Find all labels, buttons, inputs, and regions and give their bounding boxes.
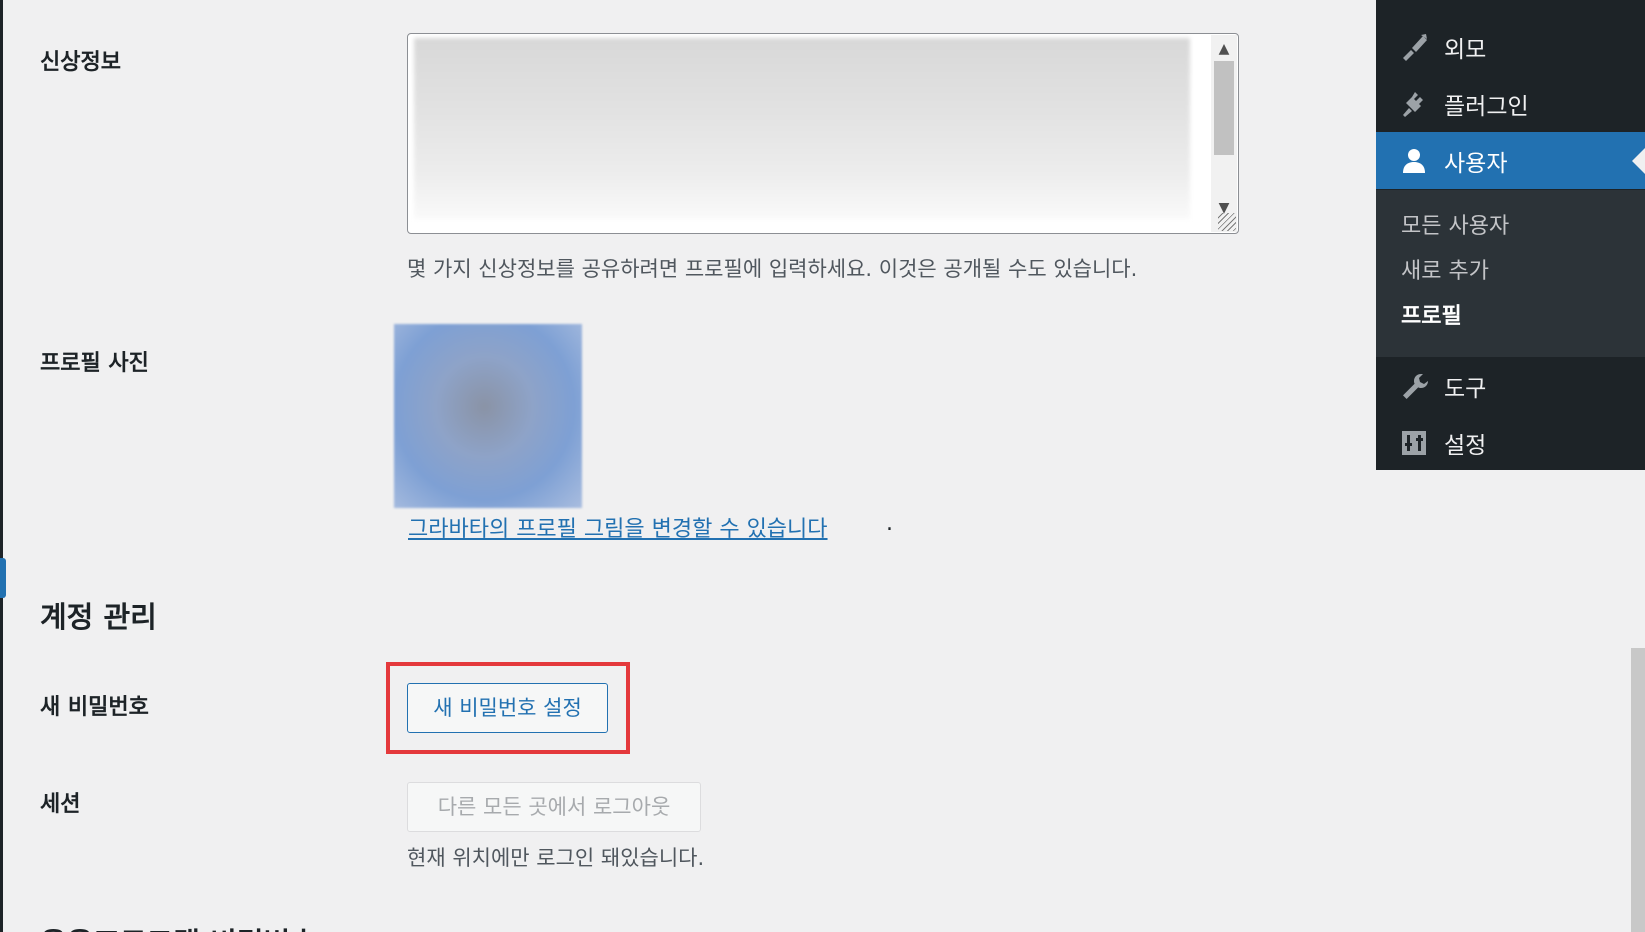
logout-everywhere-button: 다른 모든 곳에서 로그아웃	[407, 782, 701, 832]
menu-item-label: 플러그인	[1444, 93, 1529, 120]
bio-label: 신상정보	[40, 50, 121, 75]
menu-item-label: 설정	[1444, 432, 1487, 459]
submenu-item-all-users[interactable]: 모든 사용자	[1401, 208, 1509, 240]
plugin-icon	[1394, 84, 1434, 124]
set-new-password-button[interactable]: 새 비밀번호 설정	[407, 683, 608, 733]
paintbrush-icon	[1394, 27, 1434, 67]
settings-sliders-icon	[1394, 423, 1434, 463]
wrench-icon	[1394, 366, 1434, 406]
menu-item-label: 사용자	[1444, 150, 1508, 177]
avatar	[394, 324, 582, 508]
menu-item-plugins[interactable]: 플러그인	[1376, 75, 1645, 132]
submenu-item-profile[interactable]: 프로필	[1401, 298, 1462, 330]
user-icon	[1394, 141, 1434, 181]
menu-item-settings[interactable]: 설정	[1376, 414, 1645, 471]
left-edge-marker	[0, 558, 6, 598]
sessions-description: 현재 위치에만 로그인 돼있습니다.	[407, 846, 705, 870]
profile-page: 신상정보 ▲ ▼ 몇 가지 신상정보를 공유하려면 프로필에 입력하세요. 이것…	[0, 0, 1645, 932]
users-submenu: 모든 사용자 새로 추가 프로필	[1376, 190, 1645, 357]
gravatar-link[interactable]: 그라바타의 프로필 그림을 변경할 수 있습니다	[408, 511, 828, 543]
admin-menu: 외모 플러그인 사용자 모든 사용자 새로 추가 프로필 도구 설정	[1376, 0, 1645, 470]
account-management-heading: 계정 관리	[40, 600, 157, 634]
bio-scrollbar[interactable]: ▲ ▼	[1211, 35, 1237, 232]
menu-item-users[interactable]: 사용자	[1376, 132, 1645, 189]
bio-blurred-content	[414, 38, 1190, 219]
bio-scroll-thumb[interactable]	[1214, 61, 1234, 155]
new-password-label: 새 비밀번호	[40, 695, 149, 720]
menu-item-tools[interactable]: 도구	[1376, 357, 1645, 414]
menu-item-appearance[interactable]: 외모	[1376, 18, 1645, 75]
profile-picture-label: 프로필 사진	[40, 351, 149, 376]
menu-item-label: 도구	[1444, 375, 1487, 402]
bio-description: 몇 가지 신상정보를 공유하려면 프로필에 입력하세요. 이것은 공개될 수도 …	[407, 257, 1138, 281]
page-scrollbar-thumb[interactable]	[1631, 648, 1645, 932]
application-passwords-heading: 응용프로그램 비밀번호	[40, 920, 317, 932]
sessions-label: 세션	[40, 792, 81, 817]
active-caret-icon	[1632, 148, 1645, 174]
resize-handle-icon[interactable]	[1218, 213, 1236, 231]
submenu-item-add-new[interactable]: 새로 추가	[1401, 253, 1489, 285]
scroll-up-icon[interactable]: ▲	[1211, 37, 1237, 61]
left-edge-strip	[0, 0, 3, 932]
bio-textarea[interactable]: ▲ ▼	[407, 33, 1239, 234]
gravatar-link-suffix: .	[886, 511, 893, 536]
menu-item-label: 외모	[1444, 36, 1487, 63]
